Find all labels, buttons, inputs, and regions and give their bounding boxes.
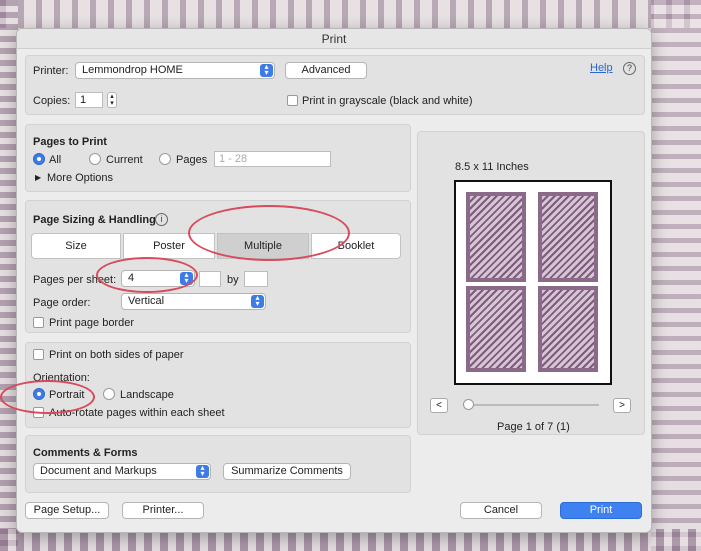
advanced-button[interactable]: Advanced: [285, 62, 367, 79]
current-radio[interactable]: [89, 153, 101, 165]
comments-title: Comments & Forms: [33, 447, 138, 459]
thumbnail-1: [466, 192, 526, 282]
grid-columns-input[interactable]: [199, 271, 221, 287]
printer-button[interactable]: Printer...: [122, 502, 204, 519]
cancel-button[interactable]: Cancel: [460, 502, 542, 519]
comments-select[interactable]: Document and Markups ▴ ▾: [33, 463, 211, 480]
dialog-title: Print: [17, 29, 651, 49]
more-options-toggle[interactable]: More Options: [47, 172, 113, 184]
thumbnail-4: [538, 286, 598, 372]
thumbnail-3: [466, 286, 526, 372]
annotation-circle-pages-per-sheet: [96, 257, 198, 293]
annotation-circle-multiple: [188, 205, 350, 261]
copies-value: 1: [80, 94, 87, 106]
print-button[interactable]: Print: [560, 502, 642, 519]
both-sides-label: Print on both sides of paper: [49, 349, 184, 361]
all-label: All: [49, 154, 62, 166]
page-order-value: Vertical: [128, 295, 165, 307]
copies-stepper[interactable]: ▴ ▾: [107, 92, 117, 108]
grid-rows-input[interactable]: [244, 271, 268, 287]
both-sides-checkbox[interactable]: [33, 349, 44, 360]
grayscale-checkbox[interactable]: [287, 95, 298, 106]
chevron-updown-icon: ▴ ▾: [260, 63, 273, 77]
page-order-select[interactable]: Vertical ▴ ▾: [121, 293, 266, 310]
all-radio[interactable]: [33, 153, 45, 165]
paper-size-label: 8.5 x 11 Inches: [455, 161, 529, 173]
current-label: Current: [106, 154, 143, 166]
help-link[interactable]: Help: [590, 62, 613, 74]
preview-sheet: [454, 180, 612, 385]
pages-range-input[interactable]: 1 - 28: [214, 151, 331, 167]
page-slider-knob[interactable]: [463, 399, 474, 410]
by-label: by: [227, 274, 239, 286]
page-slider-track[interactable]: [467, 404, 599, 406]
thumbnail-2: [538, 192, 598, 282]
chevron-updown-icon: ▴ ▾: [251, 294, 264, 308]
pages-radio[interactable]: [159, 153, 171, 165]
tab-size[interactable]: Size: [31, 233, 121, 259]
pages-range-placeholder: 1 - 28: [219, 153, 248, 165]
landscape-radio[interactable]: [103, 388, 115, 400]
copies-label: Copies:: [33, 95, 71, 107]
pages-to-print-title: Pages to Print: [33, 136, 107, 148]
summarize-comments-button[interactable]: Summarize Comments: [223, 463, 351, 480]
printer-select[interactable]: Lemmondrop HOME ▴ ▾: [75, 62, 275, 79]
page-sizing-title: Page Sizing & Handling: [33, 214, 156, 226]
question-icon[interactable]: ?: [623, 62, 636, 75]
grayscale-label: Print in grayscale (black and white): [302, 95, 473, 107]
landscape-label: Landscape: [120, 389, 174, 401]
copies-field[interactable]: 1: [75, 92, 103, 108]
comments-value: Document and Markups: [40, 465, 157, 477]
background-ornament-right: [651, 0, 701, 551]
printer-label: Printer:: [33, 65, 69, 77]
annotation-circle-portrait: [0, 380, 95, 414]
pages-label: Pages: [176, 154, 208, 166]
page-info: Page 1 of 7 (1): [497, 421, 570, 433]
chevron-updown-icon: ▴ ▾: [196, 464, 209, 478]
print-border-label: Print page border: [49, 317, 134, 329]
page-setup-button[interactable]: Page Setup...: [25, 502, 109, 519]
background-ornament-top: [0, 0, 701, 28]
print-border-checkbox[interactable]: [33, 317, 44, 328]
page-order-label: Page order:: [33, 297, 91, 309]
prev-page-button[interactable]: <: [430, 398, 448, 413]
next-page-button[interactable]: >: [613, 398, 631, 413]
disclosure-triangle-icon[interactable]: ▶: [35, 173, 41, 182]
info-icon[interactable]: i: [155, 213, 168, 226]
printer-value: Lemmondrop HOME: [82, 64, 183, 76]
